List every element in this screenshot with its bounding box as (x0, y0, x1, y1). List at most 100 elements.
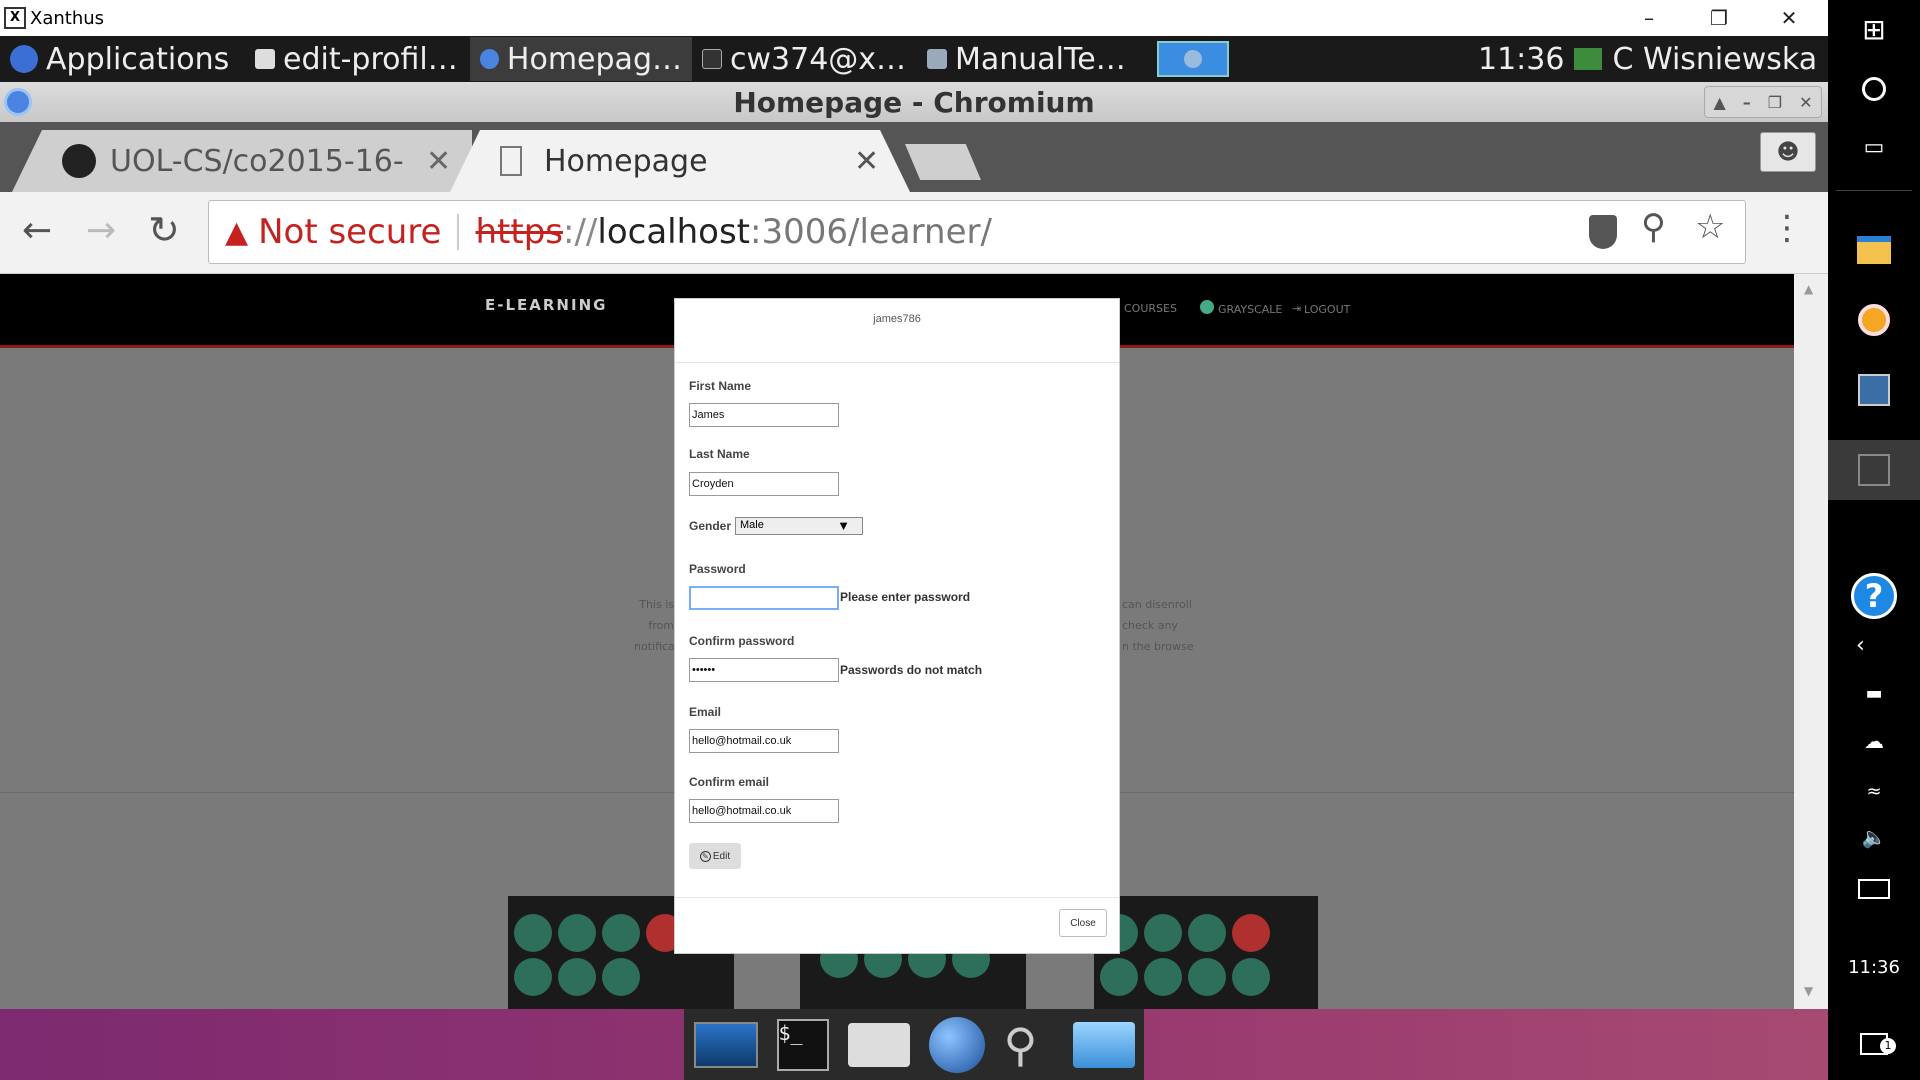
keyboard-icon[interactable] (1828, 876, 1920, 902)
course-icon (1100, 958, 1138, 996)
task-view-icon[interactable]: ▭ (1828, 130, 1920, 164)
address-bar[interactable]: ▲ Not secure https :// localhost :3006/l… (208, 200, 1746, 264)
search-icon[interactable]: ⚲ (1004, 1020, 1054, 1070)
scroll-down-icon[interactable]: ▼ (1804, 984, 1813, 998)
nav-logout[interactable]: LOGOUT (1304, 303, 1350, 316)
windows-start-icon[interactable]: ⊞ (1828, 12, 1920, 46)
modal-title: james786 (675, 299, 1119, 363)
tab-strip: UOL-CS/co2015-16- ✕ Homepage ✕ ☻ (0, 122, 1828, 192)
bg-text-right: can disenroll check any n the browse (1122, 594, 1194, 657)
windows-sidebar: ⊞ ▭ ? ‹ ▬ ☁ ≈ 🔈 11:36 1 (1828, 0, 1920, 1080)
gender-select[interactable]: Male ▼ (735, 517, 863, 535)
nav-grayscale[interactable]: GRAYSCALE (1218, 303, 1282, 316)
sidebar-divider (1836, 190, 1912, 191)
dock-launcher: $_ ⚲ (684, 1009, 1144, 1080)
nav-courses[interactable]: COURSES (1124, 302, 1177, 315)
xanthus-active-app-icon[interactable] (1828, 440, 1920, 500)
xfce-mouse-icon (10, 45, 38, 73)
volume-icon[interactable]: 🔈 (1828, 824, 1920, 850)
password-error: Please enter password (840, 590, 971, 604)
cortana-icon[interactable] (1828, 72, 1920, 106)
bookmark-star-icon[interactable]: ☆ (1695, 207, 1725, 247)
reload-icon[interactable]: ↻ (148, 208, 180, 252)
shade-up-icon[interactable]: ▲ (1713, 93, 1725, 112)
wifi-icon[interactable]: ≈ (1828, 778, 1920, 804)
task-manual-test[interactable]: ManualTe… (917, 37, 1137, 81)
course-icon (602, 958, 640, 996)
scroll-up-icon[interactable]: ▲ (1804, 282, 1813, 296)
terminal-icon[interactable]: $_ (776, 1018, 829, 1071)
task-terminal[interactable]: cw374@x… (692, 37, 917, 81)
minimize-icon[interactable]: – (1743, 93, 1751, 112)
confirm-password-field[interactable] (689, 658, 839, 682)
last-name-label: Last Name (689, 447, 750, 461)
confirm-email-field[interactable] (689, 799, 839, 823)
close-icon[interactable]: ✕ (1799, 93, 1812, 112)
new-tab-button[interactable] (905, 144, 981, 180)
orange-app-icon[interactable] (1828, 300, 1920, 340)
system-clock[interactable]: 11:36 (1828, 954, 1920, 980)
minimize-button[interactable]: – (1620, 0, 1678, 36)
network-icon[interactable] (1574, 48, 1603, 70)
xanthus-app-icon[interactable] (1828, 370, 1920, 410)
course-icon (1232, 914, 1270, 952)
panel-user[interactable]: C Wisniewska (1612, 42, 1817, 77)
course-icon (558, 914, 596, 952)
bg-line: notifica (634, 640, 675, 653)
logout-icon: ⇥ (1292, 302, 1302, 315)
email-label: Email (689, 705, 722, 719)
file-explorer-icon[interactable] (1828, 230, 1920, 270)
restore-button[interactable]: ❐ (1690, 0, 1748, 36)
course-icon (558, 958, 596, 996)
email-field[interactable] (689, 729, 839, 753)
panel-clock[interactable]: 11:36 (1478, 42, 1564, 77)
action-center-icon[interactable]: 1 (1828, 1024, 1920, 1064)
chevron-left-icon[interactable]: ‹ (1828, 632, 1920, 658)
home-folder-icon[interactable] (847, 1022, 910, 1067)
last-name-field[interactable] (689, 472, 839, 496)
task-label: edit-profil… (283, 41, 458, 77)
menu-icon[interactable]: ⋮ (1770, 208, 1804, 248)
task-label: Homepag… (506, 41, 682, 77)
profile-icon[interactable]: ☻ (1760, 132, 1816, 172)
blocked-shield-icon[interactable] (1589, 215, 1617, 249)
window-title: Homepage - Chromium (733, 85, 1095, 119)
first-name-field[interactable] (689, 403, 839, 427)
confirm-password-label: Confirm password (689, 634, 795, 648)
bg-text-left: This is from notifica (634, 594, 675, 657)
desktop-icon[interactable] (693, 1021, 758, 1068)
forward-icon[interactable]: → (86, 210, 116, 251)
chromium-icon (4, 88, 32, 116)
page-scrollbar[interactable]: ▲ ▼ (1794, 274, 1828, 1009)
terminal-icon (702, 49, 722, 69)
course-icon (1188, 914, 1226, 952)
zoom-icon[interactable]: ⚲ (1641, 207, 1666, 247)
text-editor-icon (255, 49, 275, 69)
task-edit-profile[interactable]: edit-profil… (245, 37, 470, 81)
password-field[interactable] (689, 586, 839, 610)
course-card-image[interactable] (1094, 896, 1318, 1009)
password-label: Password (689, 562, 746, 576)
maximize-icon[interactable]: ❐ (1768, 93, 1782, 112)
help-icon[interactable]: ? (1828, 568, 1920, 624)
battery-icon[interactable]: ▬ (1828, 680, 1920, 706)
folder-icon[interactable] (1072, 1021, 1135, 1068)
back-icon[interactable]: ← (22, 210, 52, 251)
workspace-switcher[interactable] (1157, 41, 1229, 77)
close-window-button[interactable]: ✕ (1760, 0, 1818, 36)
site-brand[interactable]: E-LEARNING (485, 296, 607, 314)
tab-close-icon[interactable]: ✕ (854, 144, 879, 179)
applications-menu[interactable]: Applications (0, 37, 245, 81)
tab-homepage[interactable]: Homepage ✕ (450, 130, 910, 192)
bg-line: from (648, 619, 674, 632)
task-homepage[interactable]: Homepag… (470, 37, 692, 81)
tab-close-icon[interactable]: ✕ (426, 144, 451, 179)
course-icon (514, 958, 552, 996)
not-secure-label[interactable]: Not secure (258, 212, 441, 252)
tab-github[interactable]: UOL-CS/co2015-16- ✕ (12, 130, 472, 192)
onedrive-icon[interactable]: ☁ (1828, 728, 1920, 754)
close-button[interactable]: Close (1059, 909, 1107, 937)
web-browser-icon[interactable] (928, 1016, 985, 1073)
edit-button[interactable]: ✎ Edit (689, 843, 741, 869)
bg-line: This is (639, 598, 674, 611)
